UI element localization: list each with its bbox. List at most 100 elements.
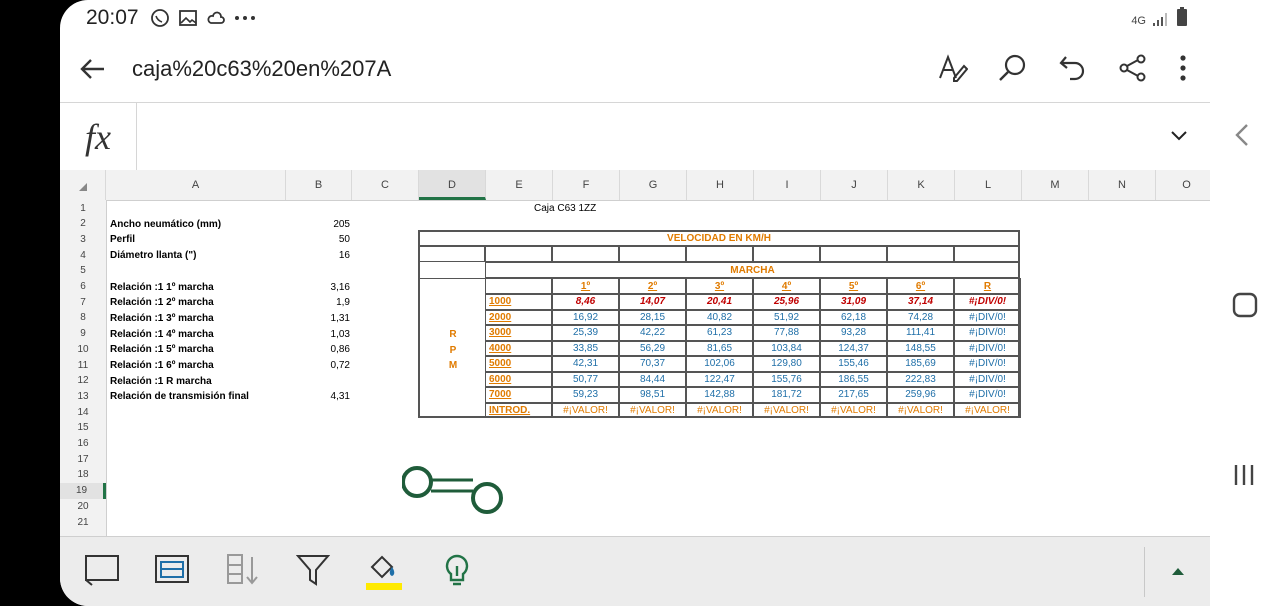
velocity-cell[interactable]: 33,85 — [552, 340, 619, 356]
velocity-cell[interactable]: 103,84 — [753, 340, 820, 356]
table-format-icon[interactable] — [154, 553, 190, 587]
param-label[interactable]: Ancho neumático (mm) — [110, 219, 221, 230]
rpm-cell[interactable]: 2000 — [485, 309, 552, 325]
column-header-i[interactable]: I — [754, 170, 821, 200]
edit-icon[interactable] — [936, 52, 968, 84]
share-icon[interactable] — [1118, 53, 1148, 83]
param-label[interactable]: Relación :1 2º marcha — [110, 297, 214, 308]
param-value[interactable]: 50 — [306, 234, 350, 245]
velocity-cell[interactable]: 25,96 — [753, 294, 820, 310]
velocity-cell[interactable]: 74,28 — [887, 309, 954, 325]
param-label[interactable]: Relación :1 5º marcha — [110, 344, 214, 355]
param-value[interactable]: 205 — [306, 219, 350, 230]
row-header-17[interactable]: 17 — [60, 452, 106, 468]
freeze-panes-icon[interactable] — [84, 553, 120, 587]
cell-area[interactable]: Caja C63 1ZZ Ancho neumático (mm) 205 Perf… — [106, 200, 1210, 536]
velocity-cell[interactable]: 122,47 — [686, 371, 753, 387]
row-header-19[interactable]: 19 — [60, 483, 106, 499]
velocity-cell[interactable]: 155,46 — [820, 356, 887, 372]
row-header-16[interactable]: 16 — [60, 436, 106, 452]
velocity-cell[interactable]: 37,14 — [887, 294, 954, 310]
column-header-b[interactable]: B — [286, 170, 352, 200]
search-icon[interactable] — [998, 53, 1028, 83]
row-header-6[interactable]: 6 — [60, 279, 106, 295]
column-header-n[interactable]: N — [1089, 170, 1156, 200]
velocity-cell[interactable]: 51,92 — [753, 309, 820, 325]
velocity-cell[interactable]: 14,07 — [619, 294, 686, 310]
column-header-a[interactable]: A — [106, 170, 286, 200]
column-header-c[interactable]: C — [352, 170, 419, 200]
param-value[interactable]: 1,9 — [306, 297, 350, 308]
rpm-cell[interactable]: INTROD. — [485, 402, 552, 418]
velocity-cell[interactable]: 62,18 — [820, 309, 887, 325]
row-header-7[interactable]: 7 — [60, 295, 106, 311]
velocity-cell[interactable]: 28,15 — [619, 309, 686, 325]
velocity-cell[interactable]: 148,55 — [887, 340, 954, 356]
velocity-cell[interactable]: #¡DIV/0! — [954, 309, 1021, 325]
velocity-cell[interactable]: 185,69 — [887, 356, 954, 372]
row-header-11[interactable]: 11 — [60, 358, 106, 374]
velocity-cell[interactable]: 186,55 — [820, 371, 887, 387]
sheet-title-cell[interactable]: Caja C63 1ZZ — [534, 203, 596, 214]
velocity-cell[interactable]: 20,41 — [686, 294, 753, 310]
row-header-2[interactable]: 2 — [60, 216, 106, 232]
sort-icon[interactable] — [226, 553, 262, 587]
velocity-cell[interactable]: 93,28 — [820, 325, 887, 341]
column-header-e[interactable]: E — [486, 170, 553, 200]
velocity-cell[interactable]: 142,88 — [686, 387, 753, 403]
velocity-cell[interactable]: 40,82 — [686, 309, 753, 325]
row-header-9[interactable]: 9 — [60, 326, 106, 342]
row-header-8[interactable]: 8 — [60, 310, 106, 326]
row-header-15[interactable]: 15 — [60, 420, 106, 436]
select-all-corner[interactable] — [60, 170, 106, 200]
velocity-cell[interactable]: 25,39 — [552, 325, 619, 341]
velocity-cell[interactable]: 102,06 — [686, 356, 753, 372]
row-header-5[interactable]: 5 — [60, 263, 106, 279]
rpm-cell[interactable]: 5000 — [485, 356, 552, 372]
param-value[interactable]: 4,31 — [306, 391, 350, 402]
velocity-cell[interactable]: 259,96 — [887, 387, 954, 403]
velocity-cell[interactable]: #¡DIV/0! — [954, 356, 1021, 372]
collapse-chevron-left-icon[interactable] — [1234, 122, 1250, 148]
row-header-20[interactable]: 20 — [60, 499, 106, 515]
column-header-j[interactable]: J — [821, 170, 888, 200]
param-value[interactable]: 3,16 — [306, 282, 350, 293]
velocity-cell[interactable]: 70,37 — [619, 356, 686, 372]
param-value[interactable]: 1,03 — [306, 329, 350, 340]
param-value[interactable]: 16 — [306, 250, 350, 261]
rpm-cell[interactable]: 6000 — [485, 371, 552, 387]
velocity-cell[interactable]: #¡VALOR! — [887, 402, 954, 418]
gear-header-cell[interactable]: R — [954, 278, 1021, 294]
back-arrow-icon[interactable] — [78, 54, 108, 84]
rpm-cell[interactable]: 4000 — [485, 340, 552, 356]
velocity-cell[interactable]: 181,72 — [753, 387, 820, 403]
expand-toolbar-icon[interactable] — [1170, 565, 1186, 577]
param-label[interactable]: Relación :1 3º marcha — [110, 313, 214, 324]
param-label[interactable]: Relación :1 1º marcha — [110, 282, 214, 293]
velocity-cell[interactable]: 222,83 — [887, 371, 954, 387]
velocity-cell[interactable]: #¡DIV/0! — [954, 387, 1021, 403]
column-header-f[interactable]: F — [553, 170, 620, 200]
velocity-cell[interactable]: 8,46 — [552, 294, 619, 310]
param-value[interactable]: 0,72 — [306, 360, 350, 371]
recent-apps-icon[interactable] — [1232, 462, 1256, 488]
param-label[interactable]: Relación :1 R marcha — [110, 376, 212, 387]
param-label[interactable]: Relación :1 4º marcha — [110, 329, 214, 340]
velocity-cell[interactable]: 129,80 — [753, 356, 820, 372]
home-button-icon[interactable] — [1232, 292, 1258, 318]
velocity-cell[interactable]: #¡VALOR! — [954, 402, 1021, 418]
velocity-cell[interactable]: #¡VALOR! — [619, 402, 686, 418]
velocity-cell[interactable]: 111,41 — [887, 325, 954, 341]
column-header-o[interactable]: O — [1156, 170, 1210, 200]
velocity-cell[interactable]: 155,76 — [753, 371, 820, 387]
row-header-3[interactable]: 3 — [60, 232, 106, 248]
rpm-cell[interactable]: 3000 — [485, 325, 552, 341]
ideas-lightbulb-icon[interactable] — [442, 553, 472, 589]
velocity-cell[interactable]: 124,37 — [820, 340, 887, 356]
row-header-14[interactable]: 14 — [60, 405, 106, 421]
velocity-cell[interactable]: #¡VALOR! — [820, 402, 887, 418]
column-header-k[interactable]: K — [888, 170, 955, 200]
rpm-cell[interactable]: 7000 — [485, 387, 552, 403]
row-header-12[interactable]: 12 — [60, 373, 106, 389]
velocity-cell[interactable]: #¡DIV/0! — [954, 371, 1021, 387]
